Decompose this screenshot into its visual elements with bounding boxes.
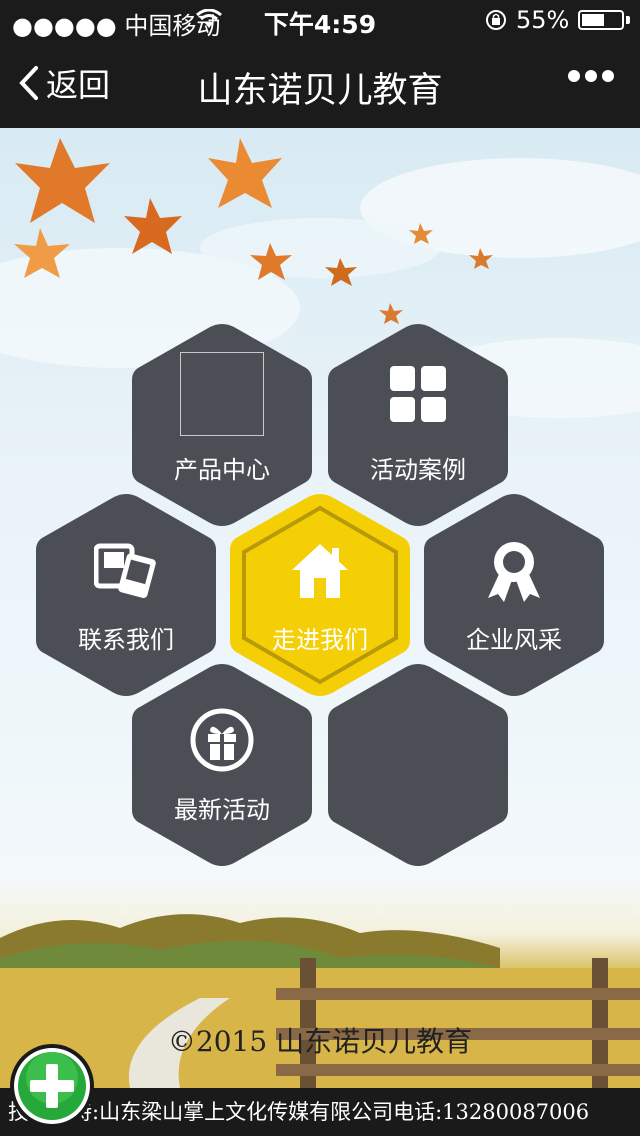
battery-percent: 55% <box>516 6 570 34</box>
more-options-icon[interactable] <box>566 68 616 84</box>
menu-label: 联系我们 <box>78 626 174 654</box>
plus-icon <box>14 1048 90 1124</box>
autumn-leaves-decoration <box>14 138 493 324</box>
menu-label: 企业风采 <box>466 626 562 654</box>
nav-bar: 返回 山东诺贝儿教育 <box>0 40 640 128</box>
menu-label: 最新活动 <box>174 796 270 824</box>
gift-icon <box>190 708 254 772</box>
support-ticker: 技术支持:山东梁山掌上文化传媒有限公司电话:13280087006 <box>0 1088 640 1136</box>
page-title: 山东诺贝儿教育 <box>197 71 443 111</box>
home-icon <box>292 544 348 598</box>
menu-label: 走进我们 <box>272 626 368 654</box>
hex-tile <box>328 664 508 866</box>
image-placeholder-icon <box>180 352 264 436</box>
menu-label: 产品中心 <box>174 456 270 484</box>
battery-icon <box>578 10 624 30</box>
add-button[interactable] <box>10 1044 94 1128</box>
copyright-text: ©2015 山东诺贝儿教育 <box>167 1025 473 1058</box>
menu-label: 活动案例 <box>370 456 466 484</box>
status-bar: ●●●●● 中国移动 下午4:59 55% <box>0 0 640 40</box>
grid-icon <box>390 366 446 422</box>
award-ribbon-icon <box>488 542 540 602</box>
menu-empty-tile[interactable] <box>324 660 512 870</box>
rotation-lock-icon <box>486 10 506 30</box>
menu-latest-activities[interactable]: 最新活动 <box>128 660 316 870</box>
contact-cards-icon <box>94 543 156 599</box>
